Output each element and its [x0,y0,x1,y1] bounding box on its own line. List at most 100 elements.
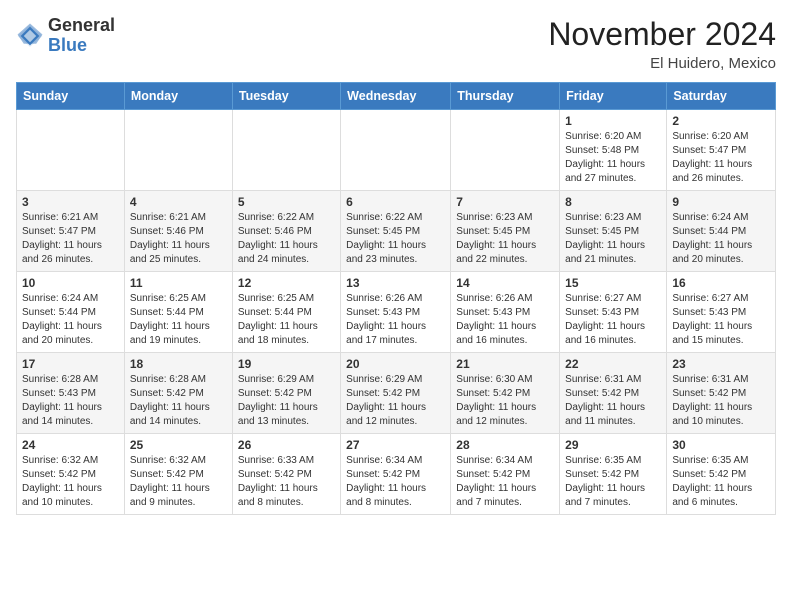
day-number: 25 [130,438,227,452]
day-number: 11 [130,276,227,290]
day-number: 8 [565,195,661,209]
day-number: 14 [456,276,554,290]
day-detail: Sunrise: 6:26 AM Sunset: 5:43 PM Dayligh… [346,292,445,348]
day-detail: Sunrise: 6:21 AM Sunset: 5:46 PM Dayligh… [130,211,227,267]
calendar-cell: 4 Sunrise: 6:21 AM Sunset: 5:46 PM Daylig… [124,191,232,272]
calendar-cell: 17 Sunrise: 6:28 AM Sunset: 5:43 PM Dayli… [17,353,125,434]
logo-icon [16,22,44,50]
col-header-thursday: Thursday [451,83,560,110]
calendar-cell: 26 Sunrise: 6:33 AM Sunset: 5:42 PM Dayli… [232,434,340,515]
day-number: 7 [456,195,554,209]
day-detail: Sunrise: 6:25 AM Sunset: 5:44 PM Dayligh… [238,292,335,348]
day-detail: Sunrise: 6:26 AM Sunset: 5:43 PM Dayligh… [456,292,554,348]
logo-general: General [48,16,115,36]
day-number: 4 [130,195,227,209]
day-number: 3 [22,195,119,209]
calendar-cell: 15 Sunrise: 6:27 AM Sunset: 5:43 PM Dayli… [560,272,667,353]
day-number: 30 [672,438,770,452]
day-number: 13 [346,276,445,290]
calendar-cell: 24Sunrise: 6:32 AM Sunset: 5:42 PM Dayli… [17,434,125,515]
day-number: 21 [456,357,554,371]
calendar-cell: 27 Sunrise: 6:34 AM Sunset: 5:42 PM Dayli… [341,434,451,515]
day-detail: Sunrise: 6:20 AM Sunset: 5:47 PM Dayligh… [672,130,770,186]
calendar-cell: 6 Sunrise: 6:22 AM Sunset: 5:45 PM Daylig… [341,191,451,272]
day-detail: Sunrise: 6:22 AM Sunset: 5:46 PM Dayligh… [238,211,335,267]
calendar-cell: 22Sunrise: 6:31 AM Sunset: 5:42 PM Dayli… [560,353,667,434]
day-number: 29 [565,438,661,452]
calendar-cell [451,110,560,191]
calendar-cell: 21Sunrise: 6:30 AM Sunset: 5:42 PM Dayli… [451,353,560,434]
day-detail: Sunrise: 6:23 AM Sunset: 5:45 PM Dayligh… [565,211,661,267]
day-number: 2 [672,114,770,128]
day-number: 23 [672,357,770,371]
calendar-cell [341,110,451,191]
day-detail: Sunrise: 6:28 AM Sunset: 5:42 PM Dayligh… [130,373,227,429]
day-number: 28 [456,438,554,452]
day-number: 24 [22,438,119,452]
location: El Huidero, Mexico [548,55,776,72]
calendar-cell: 28 Sunrise: 6:34 AM Sunset: 5:42 PM Dayli… [451,434,560,515]
calendar-cell: 30Sunrise: 6:35 AM Sunset: 5:42 PM Dayli… [667,434,776,515]
week-row-1: 1Sunrise: 6:20 AM Sunset: 5:48 PM Daylig… [17,110,776,191]
week-row-5: 24 Sunrise: 6:32 AM Sunset: 5:42 PM Dayli… [17,434,776,515]
day-detail: Sunrise: 6:24 AM Sunset: 5:44 PM Dayligh… [22,292,119,348]
day-number: 10 [22,276,119,290]
day-detail: Sunrise: 6:24 AM Sunset: 5:44 PM Dayligh… [672,211,770,267]
day-detail: Sunrise: 6:34 AM Sunset: 5:42 PM Dayligh… [346,454,445,510]
day-number: 22 [565,357,661,371]
day-number: 27 [346,438,445,452]
col-header-monday: Monday [124,83,232,110]
day-detail: Sunrise: 6:25 AM Sunset: 5:44 PM Dayligh… [130,292,227,348]
day-detail: Sunrise: 6:27 AM Sunset: 5:43 PM Dayligh… [565,292,661,348]
day-detail: Sunrise: 6:22 AM Sunset: 5:45 PM Dayligh… [346,211,445,267]
calendar-cell [17,110,125,191]
day-number: 16 [672,276,770,290]
calendar-cell: 25 Sunrise: 6:32 AM Sunset: 5:42 PM Dayli… [124,434,232,515]
day-number: 17 [22,357,119,371]
title-block: November 2024 El Huidero, Mexico [548,16,776,72]
day-number: 5 [238,195,335,209]
day-number: 19 [238,357,335,371]
calendar-cell: 20 Sunrise: 6:29 AM Sunset: 5:42 PM Dayli… [341,353,451,434]
day-detail: Sunrise: 6:21 AM Sunset: 5:47 PM Dayligh… [22,211,119,267]
calendar-cell: 19 Sunrise: 6:29 AM Sunset: 5:42 PM Dayli… [232,353,340,434]
week-row-3: 10 Sunrise: 6:24 AM Sunset: 5:44 PM Dayli… [17,272,776,353]
calendar-cell: 14 Sunrise: 6:26 AM Sunset: 5:43 PM Dayli… [451,272,560,353]
col-header-tuesday: Tuesday [232,83,340,110]
day-detail: Sunrise: 6:29 AM Sunset: 5:42 PM Dayligh… [346,373,445,429]
week-row-4: 17 Sunrise: 6:28 AM Sunset: 5:43 PM Dayli… [17,353,776,434]
calendar-cell: 5 Sunrise: 6:22 AM Sunset: 5:46 PM Daylig… [232,191,340,272]
day-number: 20 [346,357,445,371]
col-header-saturday: Saturday [667,83,776,110]
day-detail: Sunrise: 6:35 AM Sunset: 5:42 PM Dayligh… [565,454,661,510]
day-detail: Sunrise: 6:27 AM Sunset: 5:43 PM Dayligh… [672,292,770,348]
day-detail: Sunrise: 6:29 AM Sunset: 5:42 PM Dayligh… [238,373,335,429]
calendar-cell: 12 Sunrise: 6:25 AM Sunset: 5:44 PM Dayli… [232,272,340,353]
calendar-cell: 18Sunrise: 6:28 AM Sunset: 5:42 PM Dayli… [124,353,232,434]
day-number: 6 [346,195,445,209]
day-detail: Sunrise: 6:32 AM Sunset: 5:42 PM Dayligh… [130,454,227,510]
calendar-cell [232,110,340,191]
logo-blue: Blue [48,36,115,56]
page-header: General Blue November 2024 El Huidero, M… [16,16,776,72]
calendar-cell: 3 Sunrise: 6:21 AM Sunset: 5:47 PM Daylig… [17,191,125,272]
day-number: 9 [672,195,770,209]
calendar-cell [124,110,232,191]
day-number: 12 [238,276,335,290]
day-number: 15 [565,276,661,290]
calendar-cell: 23 Sunrise: 6:31 AM Sunset: 5:42 PM Dayli… [667,353,776,434]
calendar-cell: 8 Sunrise: 6:23 AM Sunset: 5:45 PM Daylig… [560,191,667,272]
day-detail: Sunrise: 6:33 AM Sunset: 5:42 PM Dayligh… [238,454,335,510]
col-header-sunday: Sunday [17,83,125,110]
day-detail: Sunrise: 6:28 AM Sunset: 5:43 PM Dayligh… [22,373,119,429]
calendar-header-row: SundayMondayTuesdayWednesdayThursdayFrid… [17,83,776,110]
day-detail: Sunrise: 6:31 AM Sunset: 5:42 PM Dayligh… [672,373,770,429]
day-detail: Sunrise: 6:34 AM Sunset: 5:42 PM Dayligh… [456,454,554,510]
calendar-cell: 10 Sunrise: 6:24 AM Sunset: 5:44 PM Dayli… [17,272,125,353]
calendar-cell: 16 Sunrise: 6:27 AM Sunset: 5:43 PM Dayli… [667,272,776,353]
calendar-cell: 2 Sunrise: 6:20 AM Sunset: 5:47 PM Daylig… [667,110,776,191]
calendar-cell: 9 Sunrise: 6:24 AM Sunset: 5:44 PM Daylig… [667,191,776,272]
day-detail: Sunrise: 6:20 AM Sunset: 5:48 PM Dayligh… [565,130,661,186]
col-header-wednesday: Wednesday [341,83,451,110]
day-number: 26 [238,438,335,452]
